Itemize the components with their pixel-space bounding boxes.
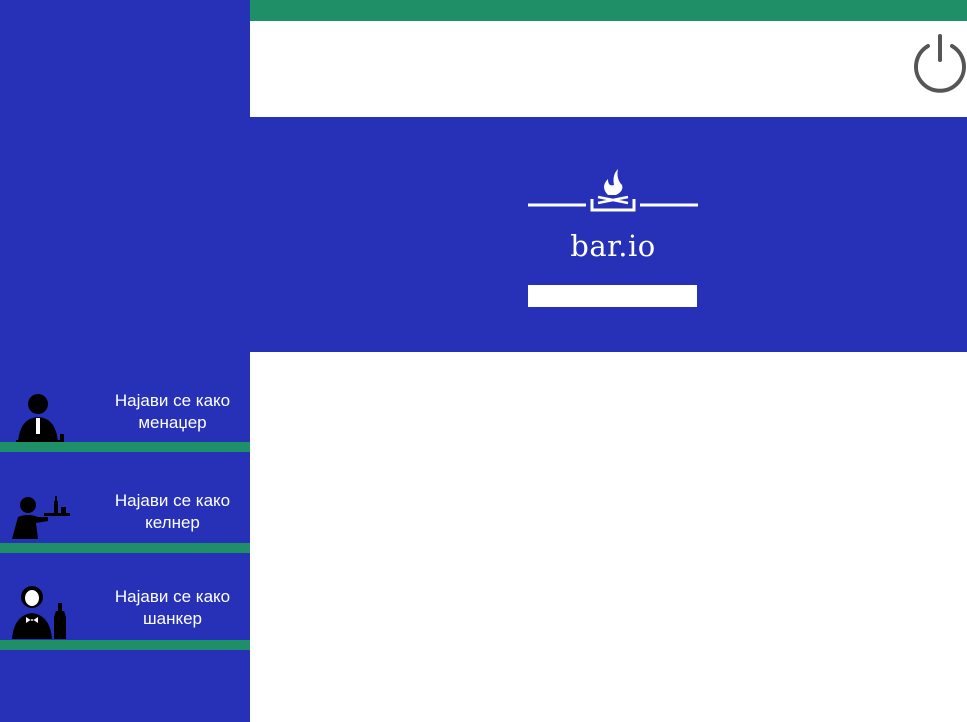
manager-icon xyxy=(16,394,64,443)
divider xyxy=(0,543,250,553)
login-as-manager-button[interactable]: Најави се како менаџер xyxy=(0,352,250,444)
sidebar: Најави се како менаџер Најави се како ке… xyxy=(0,0,250,722)
login-as-bartender-button[interactable]: Најави се како шанкер xyxy=(0,553,250,645)
divider xyxy=(0,442,250,452)
header xyxy=(250,21,967,117)
login-as-waiter-button[interactable]: Најави се како келнер xyxy=(0,452,250,544)
login-manager-label: Најави се како менаџер xyxy=(114,391,231,432)
main-content xyxy=(250,352,967,722)
bar-logo-icon xyxy=(528,169,698,212)
hero-white-bar xyxy=(528,285,697,307)
login-waiter-label: Најави се како келнер xyxy=(114,491,231,532)
top-accent-bar xyxy=(250,0,967,21)
bartender-icon xyxy=(12,586,66,639)
power-icon[interactable] xyxy=(908,32,967,96)
brand-name: bar.io xyxy=(570,229,656,263)
hero-banner: bar.io xyxy=(250,117,967,352)
login-bartender-label: Најави се како шанкер xyxy=(114,587,231,628)
divider xyxy=(0,640,250,650)
waiter-icon xyxy=(12,496,70,539)
